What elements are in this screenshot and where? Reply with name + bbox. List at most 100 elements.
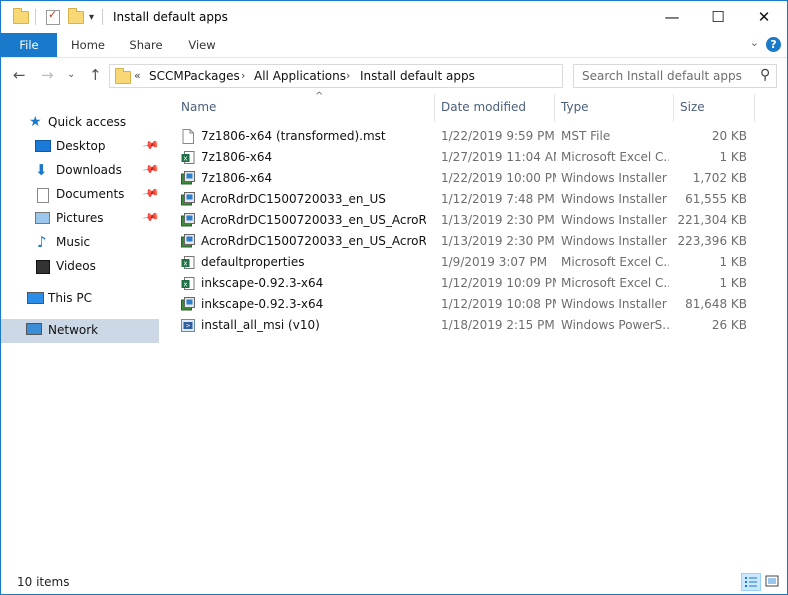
- powershell-script-icon: >: [181, 318, 195, 333]
- nav-label: This PC: [48, 291, 92, 305]
- file-size: 81,648 KB: [685, 297, 747, 311]
- address-bar[interactable]: « SCCMPackages › All Applications › Inst…: [109, 64, 663, 88]
- nav-item-desktop[interactable]: Desktop 📌: [1, 135, 161, 159]
- nav-item-quick-access[interactable]: ★ Quick access: [1, 111, 159, 135]
- breadcrumb-all-applications[interactable]: All Applications: [254, 69, 346, 83]
- tab-file[interactable]: File: [1, 33, 57, 57]
- table-row[interactable]: 7z1806-x64 1/22/2019 10:00 PM Windows Inst…: [161, 168, 787, 189]
- details-view-button[interactable]: [741, 573, 761, 591]
- msi-installer-icon: [181, 171, 195, 186]
- column-label: Size: [680, 100, 705, 114]
- file-type: Windows Installer ...: [561, 297, 669, 311]
- search-icon[interactable]: ⚲: [760, 67, 770, 83]
- nav-label: Downloads: [56, 163, 122, 177]
- explorer-window: ▾ Install default apps — ☐ ✕ File Home S…: [0, 0, 788, 595]
- close-button[interactable]: ✕: [741, 1, 787, 33]
- table-row[interactable]: 7z1806-x64 (transformed).mst 1/22/2019 9:…: [161, 126, 787, 147]
- network-icon: [26, 323, 42, 335]
- table-row[interactable]: AcroRdrDC1500720033_en_US 1/12/2019 7:48 …: [161, 189, 787, 210]
- table-row[interactable]: AcroRdrDC1500720033_en_US_AcroRdrD... 1/1…: [161, 210, 787, 231]
- search-input[interactable]: Search Install default apps: [582, 69, 742, 83]
- title-bar[interactable]: ▾ Install default apps — ☐ ✕: [1, 1, 787, 33]
- up-button[interactable]: ↑: [89, 66, 102, 84]
- item-count: 10 items: [17, 575, 70, 589]
- nav-label: Documents: [56, 187, 125, 201]
- msi-installer-icon: [181, 192, 195, 207]
- svg-text:x: x: [183, 260, 187, 268]
- table-row[interactable]: x defaultproperties 1/9/2019 3:07 PM Micros…: [161, 252, 787, 273]
- file-date-modified: 1/12/2019 7:48 PM: [441, 192, 555, 206]
- nav-item-videos[interactable]: Videos: [1, 255, 159, 279]
- table-row[interactable]: x inkscape-0.92.3-x64 1/12/2019 10:09 PM Mi…: [161, 273, 787, 294]
- table-row[interactable]: x 7z1806-x64 1/27/2019 11:04 AM Microsoft E…: [161, 147, 787, 168]
- breadcrumb-separator[interactable]: ›: [346, 69, 350, 82]
- file-type: Microsoft Excel C...: [561, 150, 669, 164]
- documents-icon: [37, 188, 49, 203]
- table-row[interactable]: inkscape-0.92.3-x64 1/12/2019 10:08 PM Win…: [161, 294, 787, 315]
- title-separator: [102, 7, 103, 27]
- table-row[interactable]: > install_all_msi (v10) 1/18/2019 2:15 PM W…: [161, 315, 787, 336]
- tab-share[interactable]: Share: [121, 33, 171, 57]
- status-bar: 10 items: [1, 569, 787, 594]
- file-size: 1 KB: [719, 255, 747, 269]
- window-folder-icon[interactable]: [13, 7, 29, 27]
- file-name: install_all_msi (v10): [201, 318, 320, 332]
- back-button[interactable]: ←: [13, 66, 26, 84]
- file-name: AcroRdrDC1500720033_en_US_AcroRdrD...: [201, 213, 426, 227]
- window-title: Install default apps: [113, 10, 228, 24]
- pin-icon[interactable]: 📌: [142, 136, 161, 155]
- minimize-button[interactable]: —: [649, 1, 695, 33]
- svg-text:>: >: [185, 323, 190, 330]
- videos-icon: [36, 260, 50, 274]
- file-name: 7z1806-x64: [201, 150, 273, 164]
- breadcrumb-separator[interactable]: ›: [241, 69, 245, 82]
- breadcrumb-sccmpackages[interactable]: SCCMPackages: [149, 69, 240, 83]
- column-header-name[interactable]: ^ Name: [175, 91, 434, 122]
- file-name: AcroRdrDC1500720033_en_US_AcroRdrD...: [201, 234, 426, 248]
- help-icon[interactable]: ?: [766, 37, 781, 52]
- msi-installer-icon: [181, 297, 195, 312]
- nav-item-this-pc[interactable]: This PC: [1, 287, 159, 311]
- breadcrumb-install-default-apps[interactable]: Install default apps: [360, 69, 475, 83]
- nav-item-network[interactable]: Network: [1, 319, 159, 343]
- file-type: Windows Installer ...: [561, 192, 669, 206]
- nav-item-pictures[interactable]: Pictures 📌: [1, 207, 161, 231]
- nav-item-music[interactable]: ♪ Music: [1, 231, 159, 255]
- svg-text:x: x: [183, 155, 187, 163]
- file-name: 7z1806-x64 (transformed).mst: [201, 129, 386, 143]
- file-size: 26 KB: [711, 318, 747, 332]
- maximize-button[interactable]: ☐: [695, 1, 741, 33]
- breadcrumb-overflow[interactable]: «: [134, 69, 141, 82]
- properties-icon[interactable]: [46, 7, 60, 27]
- tab-view[interactable]: View: [179, 33, 225, 57]
- expand-ribbon-icon[interactable]: ⌄: [750, 36, 759, 49]
- recent-locations-button[interactable]: ⌄: [67, 69, 75, 80]
- column-header-size[interactable]: Size: [674, 94, 754, 122]
- column-header-type[interactable]: Type: [555, 94, 673, 122]
- nav-item-documents[interactable]: Documents 📌: [1, 183, 161, 207]
- file-size: 61,555 KB: [685, 192, 747, 206]
- forward-button[interactable]: →: [41, 66, 54, 84]
- nav-item-downloads[interactable]: ⬇ Downloads 📌: [1, 159, 161, 183]
- table-row[interactable]: AcroRdrDC1500720033_en_US_AcroRdrD... 1/1…: [161, 231, 787, 252]
- file-type: Windows Installer ...: [561, 171, 669, 185]
- pictures-icon: [35, 212, 50, 224]
- file-date-modified: 1/22/2019 10:00 PM: [441, 171, 556, 185]
- pin-icon[interactable]: 📌: [142, 160, 161, 179]
- download-icon: ⬇: [35, 161, 48, 179]
- column-divider[interactable]: [754, 94, 755, 122]
- new-folder-icon[interactable]: [68, 7, 84, 27]
- file-name: 7z1806-x64: [201, 171, 273, 185]
- file-date-modified: 1/12/2019 10:09 PM: [441, 276, 556, 290]
- pin-icon[interactable]: 📌: [142, 184, 161, 203]
- tab-home[interactable]: Home: [63, 33, 113, 57]
- column-header-date-modified[interactable]: Date modified: [435, 94, 553, 122]
- nav-label: Pictures: [56, 211, 104, 225]
- document-icon: [181, 129, 195, 144]
- search-box[interactable]: Search Install default apps ⚲: [573, 64, 777, 88]
- customize-qat-icon[interactable]: ▾: [89, 7, 94, 27]
- large-icons-view-button[interactable]: [763, 573, 781, 589]
- file-size: 223,396 KB: [677, 234, 747, 248]
- file-name: AcroRdrDC1500720033_en_US: [201, 192, 386, 206]
- pin-icon[interactable]: 📌: [142, 208, 161, 227]
